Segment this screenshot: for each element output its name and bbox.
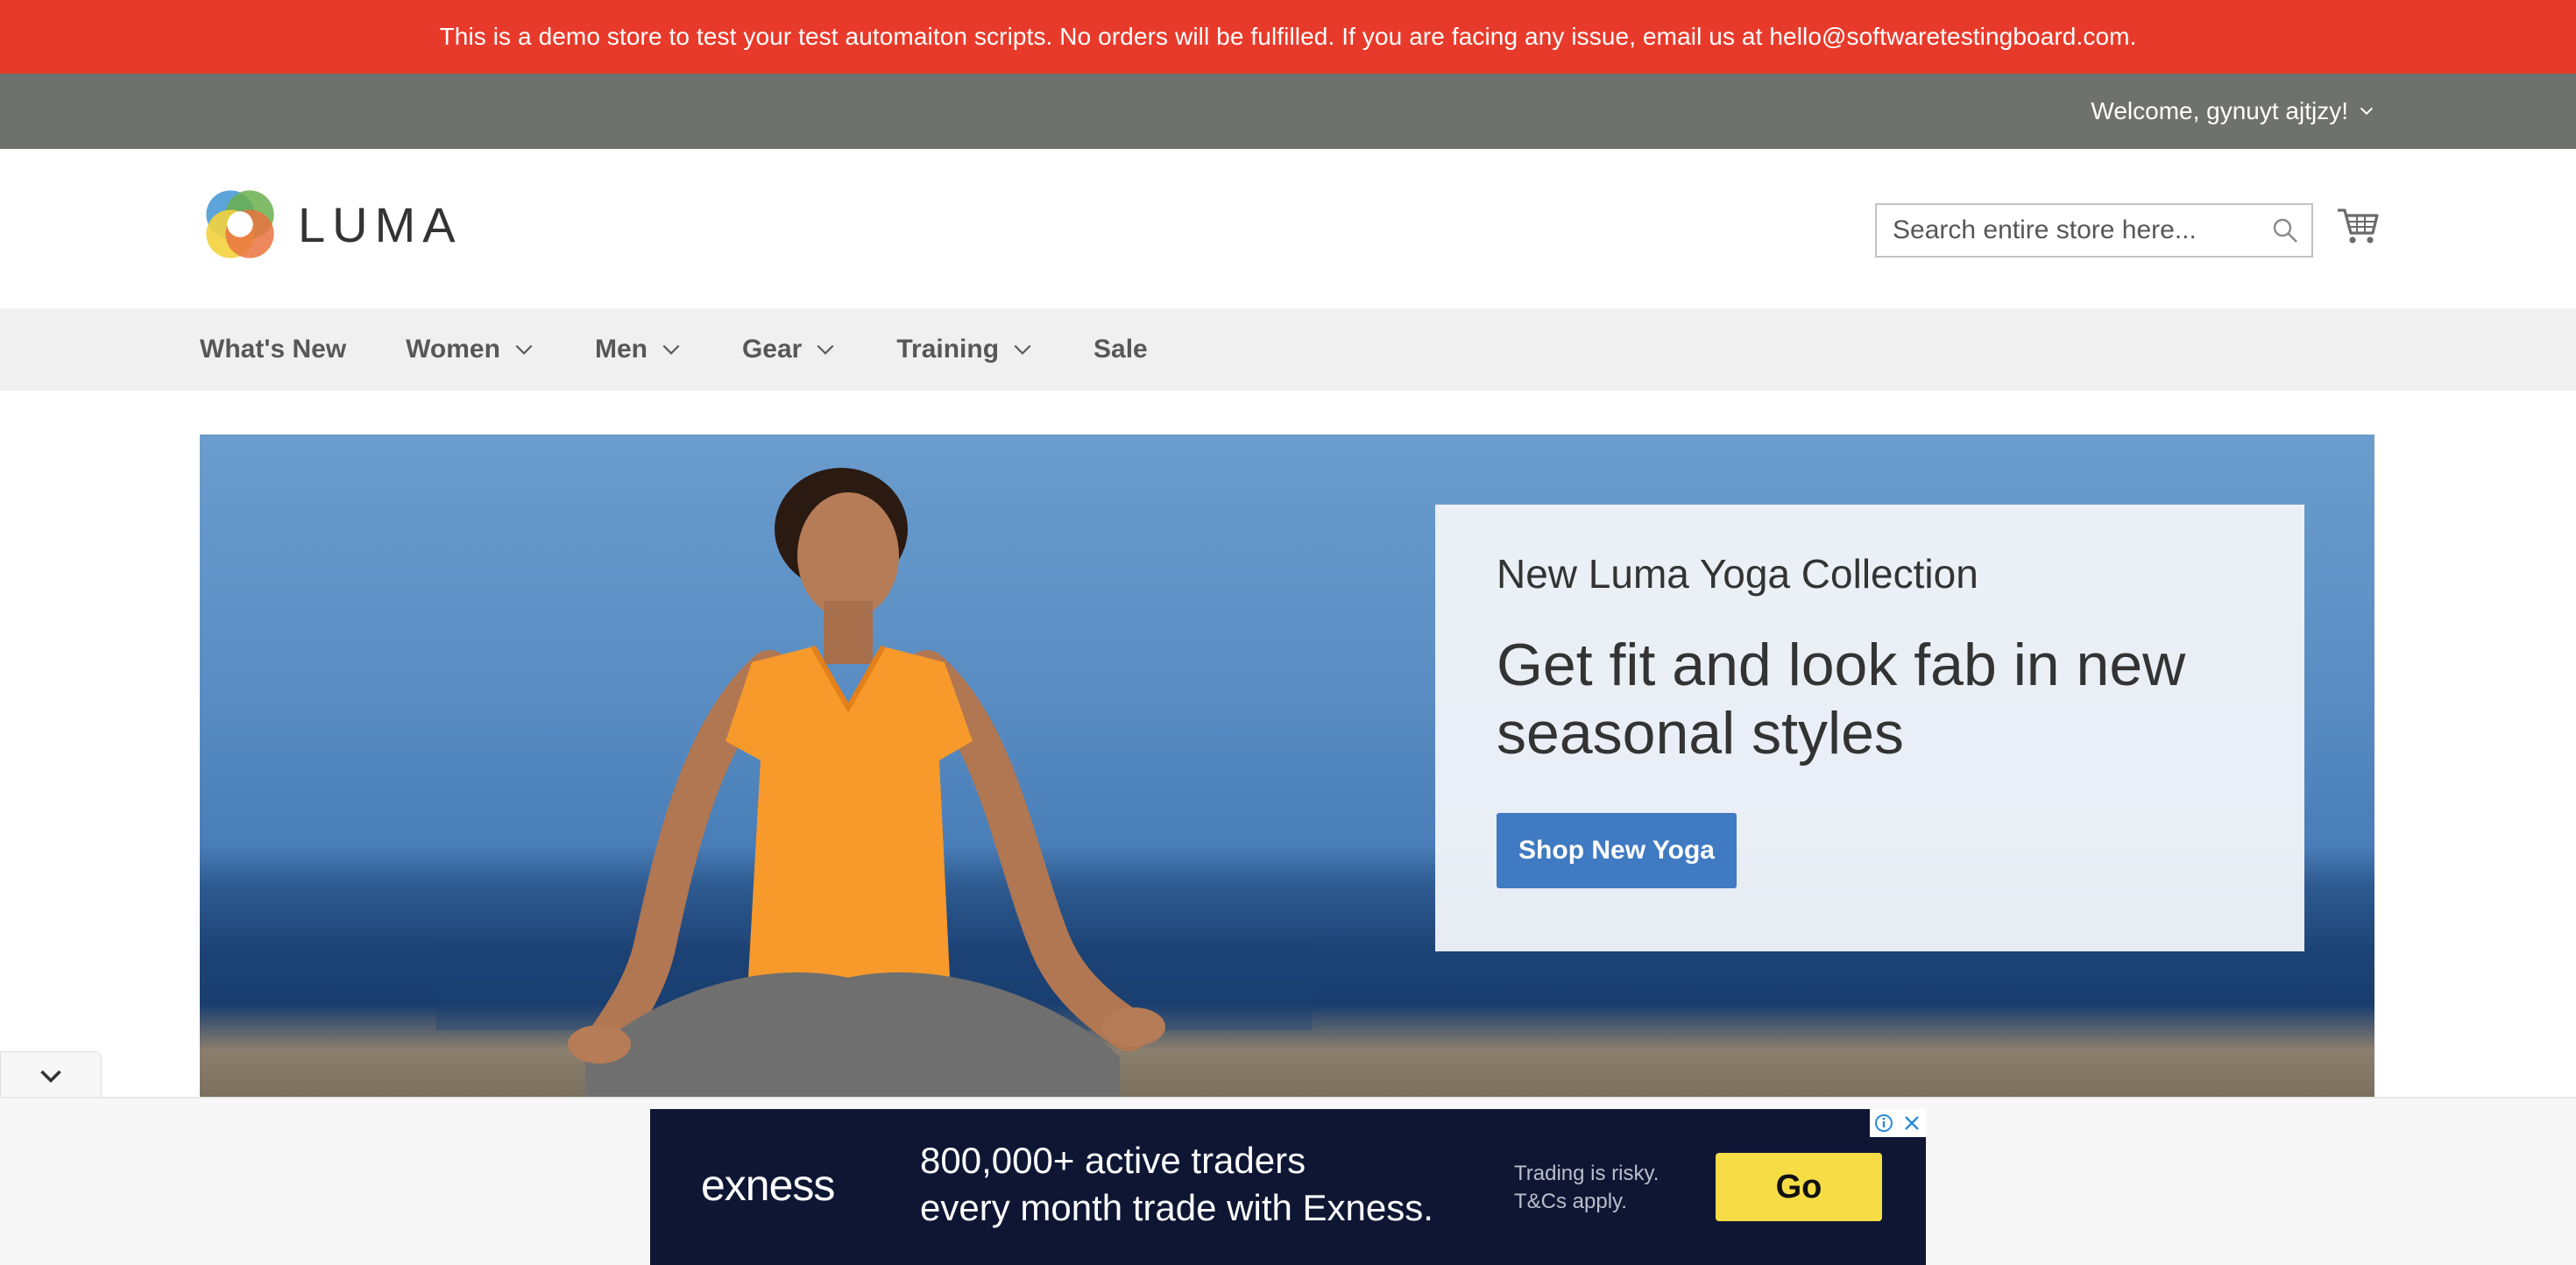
ad-close-button[interactable] (1898, 1109, 1926, 1137)
luma-logo-icon (206, 190, 274, 258)
chevron-down-icon (662, 344, 680, 355)
ad-controls (1870, 1109, 1926, 1137)
ad-disclaimer: Trading is risky. T&Cs apply. (1514, 1160, 1659, 1216)
demo-notice-text: This is a demo store to test your test a… (439, 23, 2137, 50)
ad-banner[interactable]: exness 800,000+ active traders every mon… (650, 1109, 1926, 1265)
nav-item-label: Women (406, 335, 500, 364)
chevron-down-icon (1014, 344, 1031, 355)
search-button[interactable] (2259, 204, 2311, 257)
shop-new-yoga-button[interactable]: Shop New Yoga (1497, 813, 1737, 888)
search-icon (2273, 218, 2297, 243)
nav-item-label: Training (896, 335, 1000, 364)
welcome-text: Welcome, gynuyt ajtjzy! (2091, 97, 2348, 124)
search-box (1875, 203, 2313, 258)
nav-item-label: Gear (741, 335, 803, 364)
demo-notice-bar: This is a demo store to test your test a… (0, 0, 2576, 74)
close-icon (1905, 1116, 1919, 1130)
hero-banner[interactable]: New Luma Yoga Collection Get fit and loo… (200, 435, 2374, 1097)
ad-info-button[interactable] (1870, 1109, 1898, 1137)
chevron-down-icon (817, 344, 834, 355)
nav-item-sale[interactable]: Sale (1093, 335, 1148, 364)
main-navigation: What's New Women Men Gear Training Sale (0, 308, 2576, 391)
site-header: LUMA (0, 149, 2576, 308)
ad-brand-logo: exness (701, 1161, 835, 1210)
logo-link[interactable]: LUMA (200, 184, 463, 265)
chevron-down-icon (2360, 107, 2374, 116)
minicart-button[interactable] (2334, 201, 2381, 249)
nav-item-men[interactable]: Men (595, 335, 683, 364)
hero-promo-card: New Luma Yoga Collection Get fit and loo… (1435, 505, 2304, 951)
ad-headline: 800,000+ active traders every month trad… (920, 1137, 1433, 1232)
info-icon (1875, 1114, 1893, 1132)
nav-item-training[interactable]: Training (896, 335, 1034, 364)
ad-headline-line: 800,000+ active traders (920, 1140, 1306, 1181)
search-input[interactable] (1877, 205, 2259, 256)
hero-subtitle: New Luma Yoga Collection (1497, 551, 1978, 597)
cart-icon (2338, 208, 2379, 244)
ad-disclaimer-line: T&Cs apply. (1514, 1190, 1627, 1213)
nav-item-whats-new[interactable]: What's New (200, 335, 346, 364)
ad-go-button[interactable]: Go (1716, 1153, 1882, 1221)
hero-title: Get fit and look fab in new seasonal sty… (1497, 632, 2186, 767)
ad-disclaimer-line: Trading is risky. (1514, 1162, 1660, 1185)
logo-text: LUMA (298, 196, 463, 252)
welcome-menu[interactable]: Welcome, gynuyt ajtjzy! (2091, 74, 2376, 149)
chevron-down-icon (515, 344, 533, 355)
account-bar: Welcome, gynuyt ajtjzy! (0, 74, 2576, 149)
nav-item-label: What's New (200, 335, 347, 364)
nav-item-gear[interactable]: Gear (742, 335, 837, 364)
chevron-down-icon (40, 1070, 61, 1083)
ad-collapse-toggle[interactable] (0, 1051, 102, 1100)
nav-list: What's New Women Men Gear Training Sale (200, 308, 1207, 391)
nav-item-label: Men (594, 335, 648, 364)
nav-item-label: Sale (1093, 335, 1148, 364)
page: This is a demo store to test your test a… (0, 0, 2576, 1265)
nav-item-women[interactable]: Women (406, 335, 535, 364)
hero-yoga-image (436, 468, 1313, 1097)
ad-strip: exness 800,000+ active traders every mon… (0, 1097, 2576, 1265)
ad-headline-line: every month trade with Exness. (920, 1187, 1433, 1228)
